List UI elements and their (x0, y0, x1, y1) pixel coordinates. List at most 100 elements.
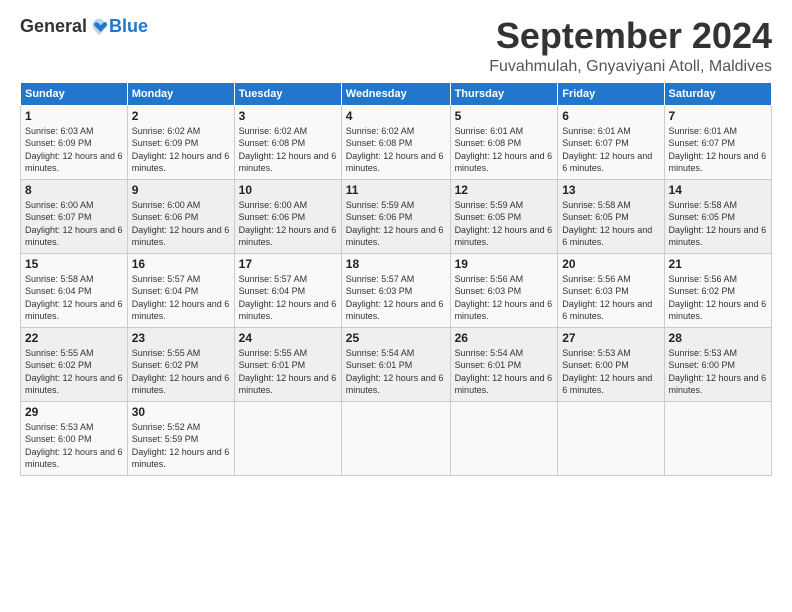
day-number: 30 (132, 405, 230, 419)
cell-info: Sunrise: 6:00 AMSunset: 6:07 PMDaylight:… (25, 200, 123, 248)
cell-info: Sunrise: 5:58 AMSunset: 6:05 PMDaylight:… (669, 200, 767, 248)
cell-info: Sunrise: 6:03 AMSunset: 6:09 PMDaylight:… (25, 126, 123, 174)
day-header-wednesday: Wednesday (341, 82, 450, 105)
day-header-friday: Friday (558, 82, 664, 105)
calendar-cell: 3 Sunrise: 6:02 AMSunset: 6:08 PMDayligh… (234, 105, 341, 179)
calendar-cell: 24 Sunrise: 5:55 AMSunset: 6:01 PMDaylig… (234, 327, 341, 401)
calendar-cell: 7 Sunrise: 6:01 AMSunset: 6:07 PMDayligh… (664, 105, 771, 179)
day-number: 20 (562, 257, 659, 271)
day-number: 21 (669, 257, 767, 271)
cell-info: Sunrise: 5:53 AMSunset: 6:00 PMDaylight:… (669, 348, 767, 396)
cell-info: Sunrise: 6:01 AMSunset: 6:08 PMDaylight:… (455, 126, 553, 174)
cell-info: Sunrise: 6:00 AMSunset: 6:06 PMDaylight:… (132, 200, 230, 248)
cell-info: Sunrise: 6:02 AMSunset: 6:08 PMDaylight:… (346, 126, 444, 174)
day-number: 29 (25, 405, 123, 419)
cell-info: Sunrise: 5:52 AMSunset: 5:59 PMDaylight:… (132, 422, 230, 470)
logo-bird-icon (89, 17, 109, 37)
day-number: 24 (239, 331, 337, 345)
calendar-cell: 30 Sunrise: 5:52 AMSunset: 5:59 PMDaylig… (127, 401, 234, 475)
day-number: 26 (455, 331, 554, 345)
calendar-cell: 27 Sunrise: 5:53 AMSunset: 6:00 PMDaylig… (558, 327, 664, 401)
day-number: 4 (346, 109, 446, 123)
day-number: 2 (132, 109, 230, 123)
calendar-cell: 6 Sunrise: 6:01 AMSunset: 6:07 PMDayligh… (558, 105, 664, 179)
day-number: 13 (562, 183, 659, 197)
page: General Blue September 2024 Fuvahmulah, … (0, 0, 792, 486)
logo-blue: Blue (109, 16, 148, 37)
calendar-cell (234, 401, 341, 475)
calendar-cell: 4 Sunrise: 6:02 AMSunset: 6:08 PMDayligh… (341, 105, 450, 179)
title-area: September 2024 Fuvahmulah, Gnyaviyani At… (489, 16, 772, 76)
calendar-cell: 22 Sunrise: 5:55 AMSunset: 6:02 PMDaylig… (21, 327, 128, 401)
day-number: 9 (132, 183, 230, 197)
cell-info: Sunrise: 5:53 AMSunset: 6:00 PMDaylight:… (25, 422, 123, 470)
day-number: 27 (562, 331, 659, 345)
calendar-cell: 28 Sunrise: 5:53 AMSunset: 6:00 PMDaylig… (664, 327, 771, 401)
calendar-table: SundayMondayTuesdayWednesdayThursdayFrid… (20, 82, 772, 476)
day-number: 3 (239, 109, 337, 123)
day-number: 14 (669, 183, 767, 197)
day-number: 8 (25, 183, 123, 197)
calendar-cell: 18 Sunrise: 5:57 AMSunset: 6:03 PMDaylig… (341, 253, 450, 327)
cell-info: Sunrise: 5:58 AMSunset: 6:05 PMDaylight:… (562, 200, 652, 248)
calendar-cell (664, 401, 771, 475)
calendar-cell: 15 Sunrise: 5:58 AMSunset: 6:04 PMDaylig… (21, 253, 128, 327)
calendar-cell: 25 Sunrise: 5:54 AMSunset: 6:01 PMDaylig… (341, 327, 450, 401)
cell-info: Sunrise: 5:59 AMSunset: 6:05 PMDaylight:… (455, 200, 553, 248)
calendar-cell: 20 Sunrise: 5:56 AMSunset: 6:03 PMDaylig… (558, 253, 664, 327)
cell-info: Sunrise: 5:55 AMSunset: 6:01 PMDaylight:… (239, 348, 337, 396)
cell-info: Sunrise: 5:57 AMSunset: 6:03 PMDaylight:… (346, 274, 444, 322)
cell-info: Sunrise: 5:56 AMSunset: 6:03 PMDaylight:… (455, 274, 553, 322)
cell-info: Sunrise: 5:53 AMSunset: 6:00 PMDaylight:… (562, 348, 652, 396)
calendar-cell: 13 Sunrise: 5:58 AMSunset: 6:05 PMDaylig… (558, 179, 664, 253)
day-number: 12 (455, 183, 554, 197)
day-number: 17 (239, 257, 337, 271)
cell-info: Sunrise: 5:55 AMSunset: 6:02 PMDaylight:… (25, 348, 123, 396)
cell-info: Sunrise: 5:58 AMSunset: 6:04 PMDaylight:… (25, 274, 123, 322)
cell-info: Sunrise: 5:57 AMSunset: 6:04 PMDaylight:… (132, 274, 230, 322)
cell-info: Sunrise: 5:56 AMSunset: 6:03 PMDaylight:… (562, 274, 652, 322)
day-header-sunday: Sunday (21, 82, 128, 105)
month-title: September 2024 (489, 16, 772, 56)
calendar-cell: 17 Sunrise: 5:57 AMSunset: 6:04 PMDaylig… (234, 253, 341, 327)
calendar-cell: 21 Sunrise: 5:56 AMSunset: 6:02 PMDaylig… (664, 253, 771, 327)
header-area: General Blue September 2024 Fuvahmulah, … (20, 16, 772, 76)
day-header-monday: Monday (127, 82, 234, 105)
day-number: 25 (346, 331, 446, 345)
cell-info: Sunrise: 5:55 AMSunset: 6:02 PMDaylight:… (132, 348, 230, 396)
cell-info: Sunrise: 6:01 AMSunset: 6:07 PMDaylight:… (669, 126, 767, 174)
calendar-cell: 23 Sunrise: 5:55 AMSunset: 6:02 PMDaylig… (127, 327, 234, 401)
cell-info: Sunrise: 6:02 AMSunset: 6:08 PMDaylight:… (239, 126, 337, 174)
day-number: 19 (455, 257, 554, 271)
day-header-tuesday: Tuesday (234, 82, 341, 105)
day-header-saturday: Saturday (664, 82, 771, 105)
calendar-cell: 9 Sunrise: 6:00 AMSunset: 6:06 PMDayligh… (127, 179, 234, 253)
cell-info: Sunrise: 6:00 AMSunset: 6:06 PMDaylight:… (239, 200, 337, 248)
day-number: 5 (455, 109, 554, 123)
calendar-cell (341, 401, 450, 475)
day-number: 11 (346, 183, 446, 197)
calendar-cell: 11 Sunrise: 5:59 AMSunset: 6:06 PMDaylig… (341, 179, 450, 253)
cell-info: Sunrise: 5:59 AMSunset: 6:06 PMDaylight:… (346, 200, 444, 248)
calendar-cell: 14 Sunrise: 5:58 AMSunset: 6:05 PMDaylig… (664, 179, 771, 253)
day-number: 15 (25, 257, 123, 271)
logo-general: General (20, 16, 87, 37)
calendar-cell: 1 Sunrise: 6:03 AMSunset: 6:09 PMDayligh… (21, 105, 128, 179)
cell-info: Sunrise: 5:54 AMSunset: 6:01 PMDaylight:… (346, 348, 444, 396)
calendar-cell: 5 Sunrise: 6:01 AMSunset: 6:08 PMDayligh… (450, 105, 558, 179)
cell-info: Sunrise: 5:56 AMSunset: 6:02 PMDaylight:… (669, 274, 767, 322)
day-number: 7 (669, 109, 767, 123)
cell-info: Sunrise: 6:02 AMSunset: 6:09 PMDaylight:… (132, 126, 230, 174)
calendar-cell: 29 Sunrise: 5:53 AMSunset: 6:00 PMDaylig… (21, 401, 128, 475)
day-number: 22 (25, 331, 123, 345)
cell-info: Sunrise: 6:01 AMSunset: 6:07 PMDaylight:… (562, 126, 652, 174)
calendar-cell (558, 401, 664, 475)
cell-info: Sunrise: 5:54 AMSunset: 6:01 PMDaylight:… (455, 348, 553, 396)
day-number: 10 (239, 183, 337, 197)
day-number: 6 (562, 109, 659, 123)
location-title: Fuvahmulah, Gnyaviyani Atoll, Maldives (489, 58, 772, 76)
logo: General Blue (20, 16, 148, 37)
day-number: 23 (132, 331, 230, 345)
day-number: 28 (669, 331, 767, 345)
calendar-cell (450, 401, 558, 475)
